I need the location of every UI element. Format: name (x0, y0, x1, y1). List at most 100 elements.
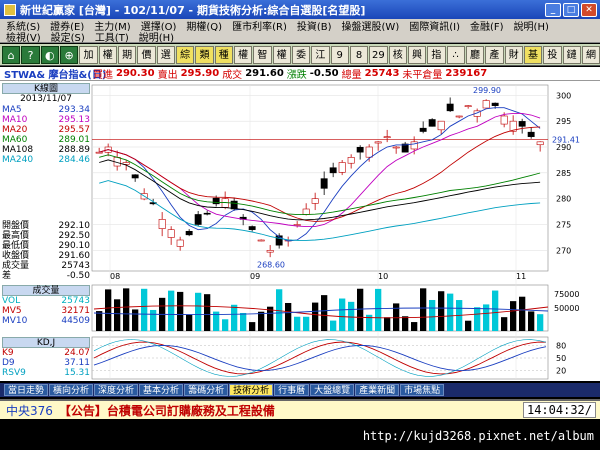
ohlc-name: 最低價 (2, 241, 30, 251)
toolbar-button-4[interactable]: 選 (156, 45, 175, 64)
toolbar-button-24[interactable]: 投 (543, 45, 562, 64)
window-title: 新世紀贏家 [台灣] - 102/11/07 - 期貨技術分析:綜合自選股[名望… (20, 3, 366, 17)
toolbar-button-22[interactable]: 財 (504, 45, 523, 64)
candle-body (176, 239, 184, 247)
candle-body (266, 250, 274, 253)
candle-body (329, 167, 337, 174)
ma-line (99, 154, 541, 216)
symbol-label[interactable]: STWA& 摩台指&(日) (4, 66, 106, 81)
news-ticker[interactable]: 【公告】台積電公司訂購廠務及工程設備 (59, 402, 523, 419)
window-controls: _ □ ✕ (545, 2, 597, 17)
candle-body (500, 115, 508, 125)
ohlc-row: 開盤價 292.10 (2, 221, 90, 231)
ma-name: MA240 (2, 155, 34, 165)
ma-line (99, 159, 541, 221)
quote-info-bar: STWA& 摩台指&(日) 買進 290.30 賣出 295.90 成交 291… (0, 67, 600, 81)
toolbar-button-25[interactable]: 鏈 (562, 45, 581, 64)
toolbar-button-10[interactable]: 權 (272, 45, 291, 64)
status-bar: 中央376 【公告】台積電公司訂購廠務及工程設備 14:04:32/ (0, 399, 600, 419)
toolbar-icon-1[interactable]: ? (21, 45, 40, 64)
toolbar-button-26[interactable]: 網 (581, 45, 600, 64)
volume-bar (492, 290, 499, 331)
toolbar-button-12[interactable]: 江 (311, 45, 330, 64)
ohlc-value: 291.60 (58, 251, 91, 261)
toolbar-button-19[interactable]: ∴ (446, 45, 465, 64)
tab-5[interactable]: 技術分析 (229, 384, 274, 396)
volume-bar (177, 291, 184, 331)
menu2-item-0[interactable]: 檢視(V) (6, 29, 41, 44)
toolbar-button-13[interactable]: 9 (330, 45, 349, 64)
minimize-button[interactable]: _ (545, 2, 561, 17)
toolbar-button-7[interactable]: 種 (214, 45, 233, 64)
candle-body (131, 174, 139, 179)
technical-chart[interactable]: 30029529028528027527008 09 10 11291.41299.9… (0, 81, 600, 381)
news-code: 中央376 (6, 403, 53, 418)
tab-0[interactable]: 當日走勢 (4, 384, 49, 396)
volume-bar (204, 294, 211, 331)
candle-body (185, 230, 193, 236)
toolbar-button-0[interactable]: 加 (79, 45, 98, 64)
toolbar-button-6[interactable]: 類 (195, 45, 214, 64)
candle-body (311, 198, 319, 204)
tab-9[interactable]: 市場焦點 (400, 384, 445, 396)
last-label: 成交 (222, 70, 243, 81)
tab-1[interactable]: 橫向分析 (49, 384, 94, 396)
toolbar-icon-2[interactable]: ◐ (40, 45, 59, 64)
ma-value: 288.89 (58, 145, 91, 155)
change-label: 漲跌 (286, 70, 307, 81)
candle-body (347, 157, 355, 164)
toolbar-button-5[interactable]: 綜 (175, 45, 195, 64)
tab-7[interactable]: 大盤總覽 (310, 384, 355, 396)
tab-3[interactable]: 基本分析 (139, 384, 184, 396)
toolbar-button-20[interactable]: 廳 (465, 45, 485, 64)
tab-6[interactable]: 行事曆 (274, 384, 310, 396)
maximize-button[interactable]: □ (563, 2, 579, 17)
menu2-item-3[interactable]: 說明(H) (139, 29, 174, 44)
candle-body (464, 105, 472, 107)
kd-value: 37.11 (64, 358, 90, 368)
bid-value: 290.30 (116, 68, 155, 79)
ma-value: 293.34 (58, 105, 91, 115)
toolbar-button-8[interactable]: 權 (233, 45, 253, 64)
candle-body (482, 100, 490, 109)
volume-bar (330, 320, 337, 331)
toolbar-button-14[interactable]: 8 (349, 45, 369, 64)
toolbar-button-16[interactable]: 核 (388, 45, 407, 64)
ask-label: 賣出 (157, 70, 178, 81)
candle-body (410, 141, 418, 150)
current-price-label: 291.41 (552, 136, 580, 145)
chart-area[interactable]: 300 295 290 285 280 275 270 08 09 10 11 291.41 299.9… (0, 81, 600, 381)
last-value: 291.60 (245, 68, 284, 79)
y-tick-label: 300 (556, 91, 571, 100)
ma-name: MA10 (2, 115, 28, 125)
toolbar-button-21[interactable]: 產 (485, 45, 504, 64)
toolbar-button-9[interactable]: 智 (253, 45, 272, 64)
tab-4[interactable]: 籌碼分析 (184, 384, 229, 396)
candle-body (257, 239, 265, 242)
tab-2[interactable]: 深度分析 (94, 384, 139, 396)
toolbar-button-1[interactable]: 權 (98, 45, 117, 64)
tab-8[interactable]: 產業新聞 (355, 384, 400, 396)
menu2-item-1[interactable]: 設定(S) (51, 29, 85, 44)
close-button[interactable]: ✕ (581, 2, 597, 17)
ma-value: 295.57 (58, 125, 91, 135)
toolbar-icon-0[interactable]: ⌂ (2, 45, 21, 64)
toolbar-button-15[interactable]: 29 (369, 45, 388, 64)
candle-body (158, 219, 166, 229)
candle-body (446, 103, 454, 112)
ohlc-row: 最低價 290.10 (2, 241, 90, 251)
toolbar-button-11[interactable]: 委 (291, 45, 311, 64)
clock: 14:04:32/ (522, 402, 596, 418)
kd-y-tick: 50 (556, 354, 566, 363)
toolbar-button-2[interactable]: 期 (117, 45, 137, 64)
menu2-item-2[interactable]: 工具(T) (95, 29, 129, 44)
kd-value: 24.07 (64, 348, 90, 358)
toolbar-button-3[interactable]: 價 (137, 45, 156, 64)
candle-body (536, 141, 544, 146)
kd-legend-panel: KD,J K9 24.07 D9 37.11 RSV9 15.31 (2, 337, 90, 378)
volume-bar (123, 288, 130, 331)
toolbar-icon-3[interactable]: ⊕ (59, 45, 79, 64)
toolbar-button-17[interactable]: 興 (407, 45, 427, 64)
toolbar-button-18[interactable]: 指 (427, 45, 446, 64)
toolbar-button-23[interactable]: 基 (523, 45, 543, 64)
